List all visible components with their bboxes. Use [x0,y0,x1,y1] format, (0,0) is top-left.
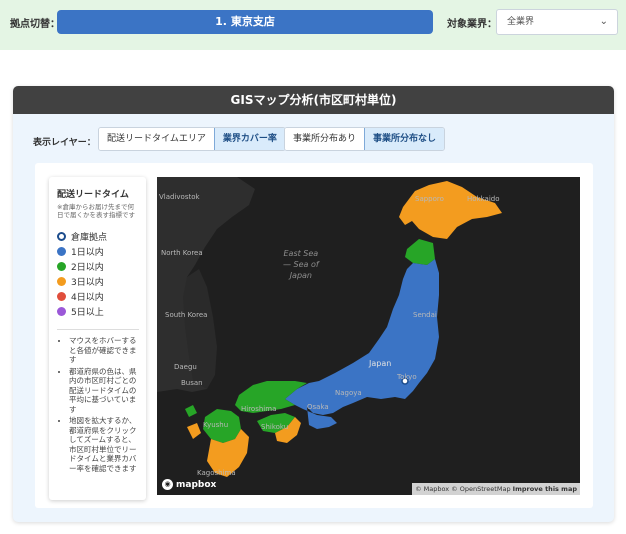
map-label-shikoku: Shikoku [261,423,289,431]
chevron-down-icon: ⌄ [599,16,608,27]
mapbox-logo-text: mapbox [176,479,217,490]
tip-item: 地図を拡大するか、都道府県をクリックしてズームすると、市区町村単位でリードタイム… [69,416,139,473]
legend: 配送リードタイム ※倉庫からお届け先まで何日で届くかを表す指標です 倉庫拠点 1日… [49,177,146,500]
attribution-text[interactable]: © Mapbox © OpenStreetMap [415,485,511,493]
map-label-kyushu: Kyushu [203,421,229,429]
legend-color-dot [57,247,66,256]
map-label-japan: Japan [369,359,392,368]
map-label-south-korea: South Korea [165,311,208,319]
legend-item-label: 5日以上 [71,308,104,318]
base-switch-label: 拠点切替： [10,19,60,30]
nagasaki-islet [185,405,197,417]
map-label-sendai: Sendai [413,311,437,319]
legend-items: 倉庫拠点 1日以内 2日以内 3日以内 4日以内 5日以上 [57,229,139,319]
japan-map[interactable]: East Sea — Sea of Japan Vladivostok Nort… [157,177,580,495]
legend-item: 倉庫拠点 [57,229,139,244]
industry-label: 対象業界： [447,19,497,30]
map-label-north-korea: North Korea [161,249,203,257]
map-label-hokkaido: Hokkaido [467,195,500,203]
mapbox-icon: ◉ [162,479,173,490]
legend-tips: マウスをホバーすると各値が確認できます 都道府県の色は、県内の市区町村ごとの配送… [57,336,139,473]
top-bar: 拠点切替： 1. 東京支店 対象業界： 全業界 ⌄ [0,0,626,50]
sea-label-line: — Sea of [283,260,319,269]
kyushu-west-region [187,423,201,439]
map-label-hiroshima: Hiroshima [241,405,277,413]
map-label-vladivostok: Vladivostok [159,193,200,201]
legend-color-dot [57,277,66,286]
layer-coverage-button[interactable]: 業界カバー率 [213,128,285,150]
map-label-daegu: Daegu [174,363,197,371]
layer-label: 表示レイヤー： [33,138,96,148]
legend-title: 配送リードタイム [57,190,129,200]
industry-select[interactable]: 全業界 ⌄ [496,9,618,35]
mapbox-logo[interactable]: ◉ mapbox [162,479,216,490]
legend-item: 4日以内 [57,289,139,304]
legend-item-label: 1日以内 [71,248,104,258]
legend-divider [57,329,139,330]
layer-toggle-group-2: 事業所分布あり 事業所分布なし [284,127,446,151]
legend-note: ※倉庫からお届け先まで何日で届くかを表す指標です [57,203,135,219]
improve-map-link[interactable]: Improve this map [513,485,577,493]
base-select[interactable]: 1. 東京支店 [57,10,433,34]
legend-item: 3日以内 [57,274,139,289]
legend-item-label: 3日以内 [71,278,104,288]
tip-item: マウスをホバーすると各値が確認できます [69,336,139,365]
legend-item-label: 倉庫拠点 [71,233,108,243]
office-distribution-off-button[interactable]: 事業所分布なし [364,128,445,150]
legend-color-dot [57,262,66,271]
legend-color-dot [57,307,66,316]
panel-title: GISマップ分析(市区町村単位) [13,86,614,114]
legend-item-label: 4日以内 [71,293,104,303]
layer-lead-time-button[interactable]: 配送リードタイムエリア [99,128,214,150]
layer-toggle-group-1: 配送リードタイムエリア 業界カバー率 [98,127,286,151]
tip-item: 都道府県の色は、県内の市区町村ごとの配送リードタイムの平均に基づいています [69,367,139,415]
sea-label-line: Japan [289,271,312,280]
map-label-sapporo: Sapporo [415,195,444,203]
map-label-tokyo: Tokyo [397,373,417,381]
legend-item-label: 2日以内 [71,263,104,273]
industry-select-value: 全業界 [507,17,535,27]
gis-panel: GISマップ分析(市区町村単位) 表示レイヤー： 配送リードタイムエリア 業界カ… [13,86,614,522]
map-label-kagoshima: Kagoshima [197,469,236,477]
aomori-region [405,239,435,265]
legend-color-dot [57,292,66,301]
legend-item: 5日以上 [57,304,139,319]
office-distribution-on-button[interactable]: 事業所分布あり [285,128,365,150]
map-label-busan: Busan [181,379,203,387]
hokkaido-region [399,181,502,239]
map-attribution: © Mapbox © OpenStreetMap Improve this ma… [412,483,580,495]
map-label-nagoya: Nagoya [335,389,362,397]
map-label-osaka: Osaka [307,403,329,411]
depot-ring-icon [57,232,66,241]
sea-label: East Sea — Sea of Japan [283,248,319,281]
legend-item: 1日以内 [57,244,139,259]
map-canvas[interactable] [157,177,580,495]
sea-label-line: East Sea [283,249,319,258]
legend-item: 2日以内 [57,259,139,274]
map-card: 配送リードタイム ※倉庫からお届け先まで何日で届くかを表す指標です 倉庫拠点 1日… [35,163,593,508]
